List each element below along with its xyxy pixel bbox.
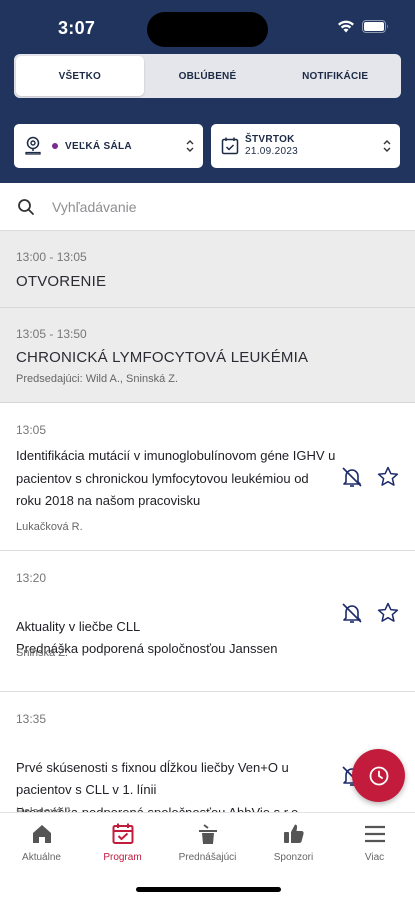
bell-slash-icon[interactable] [340,465,364,489]
home-indicator [136,887,281,892]
segment-favorites[interactable]: OBĽÚBENÉ [144,56,272,96]
chevron-updown-icon [186,140,194,152]
dynamic-island [147,12,268,47]
status-icons [337,20,389,33]
app-header: 3:07 VŠETKO OBĽÚBENÉ NOTIFIKÁCIE VEĽKÁ S… [0,0,415,183]
chevron-updown-icon [383,140,391,152]
session-time: 13:05 - 13:50 [16,327,87,341]
talk-title-text: Identifikácia mutácií v imunoglobulínovo… [16,448,336,508]
day-picker[interactable]: ŠTVRTOK 21.09.2023 [211,124,400,168]
tab-more[interactable]: Viac [333,821,415,863]
bell-slash-icon[interactable] [340,601,364,625]
calendar-icon [112,823,133,844]
wifi-icon [338,20,354,33]
day-text: ŠTVRTOK 21.09.2023 [245,134,298,158]
session-time: 13:00 - 13:05 [16,250,87,264]
menu-icon [364,825,385,843]
session-title: CHRONICKÁ LYMFOCYTOVÁ LEUKÉMIA [16,349,309,366]
session-block[interactable]: 13:00 - 13:05 OTVORENIE [0,231,415,308]
search-input[interactable] [52,198,372,215]
talk-speaker: Lukačková R. [16,521,83,533]
talk-title: Identifikácia mutácií v imunoglobulínovo… [16,445,336,513]
day-weekday: ŠTVRTOK [245,134,295,145]
current-time-button[interactable] [352,749,405,802]
tab-sponsors[interactable]: Sponzori [252,821,335,863]
segment-notifications[interactable]: NOTIFIKÁCIE [271,56,399,96]
session-block[interactable]: 13:05 - 13:50 CHRONICKÁ LYMFOCYTOVÁ LEUK… [0,308,415,403]
talk-speaker: Sninská Z. [16,647,68,659]
program-list: 13:00 - 13:05 OTVORENIE 13:05 - 13:50 CH… [0,231,415,822]
tab-label: Sponzori [273,852,314,863]
star-icon[interactable] [376,465,400,489]
tab-current[interactable]: Aktuálne [0,821,83,863]
status-time: 3:07 [58,18,96,38]
search-icon [18,198,34,215]
tab-label: Prednášajúci [178,852,237,863]
view-segmented-control: VŠETKO OBĽÚBENÉ NOTIFIKÁCIE [14,54,401,98]
session-chair: Predsedajúci: Wild A., Sninská Z. [16,373,179,385]
star-icon[interactable] [376,601,400,625]
clock-icon [369,766,388,785]
room-picker[interactable]: VEĽKÁ SÁLA [14,124,203,168]
podium-icon [198,824,217,844]
day-date: 21.09.2023 [245,146,299,157]
search-bar [0,183,415,231]
calendar-check-icon [221,137,239,155]
location-pin-icon [25,136,41,155]
tab-speakers[interactable]: Prednášajúci [166,821,249,863]
battery-icon [362,20,388,33]
segment-all[interactable]: VŠETKO [16,56,144,96]
tab-program[interactable]: Program [81,821,164,863]
tab-label: Program [103,852,142,863]
talk-time: 13:35 [16,712,47,726]
talk-time: 13:05 [16,423,47,437]
session-title: OTVORENIE [16,273,107,290]
home-icon [32,825,51,843]
talk-time: 13:20 [16,571,47,585]
talk-item[interactable]: 13:35 Prvé skúsenosti s fixnou dĺžkou li… [0,692,415,822]
thumbs-up-icon [283,824,304,843]
talk-item[interactable]: 13:20 Aktuality v liečbe CLL Prednáška p… [0,551,415,692]
talk-item[interactable]: 13:05 Identifikácia mutácií v imunoglobu… [0,403,415,551]
tab-label: Aktuálne [22,852,61,863]
room-color-dot [52,143,58,149]
tab-label: Viac [364,852,385,863]
room-label: VEĽKÁ SÁLA [65,140,132,152]
